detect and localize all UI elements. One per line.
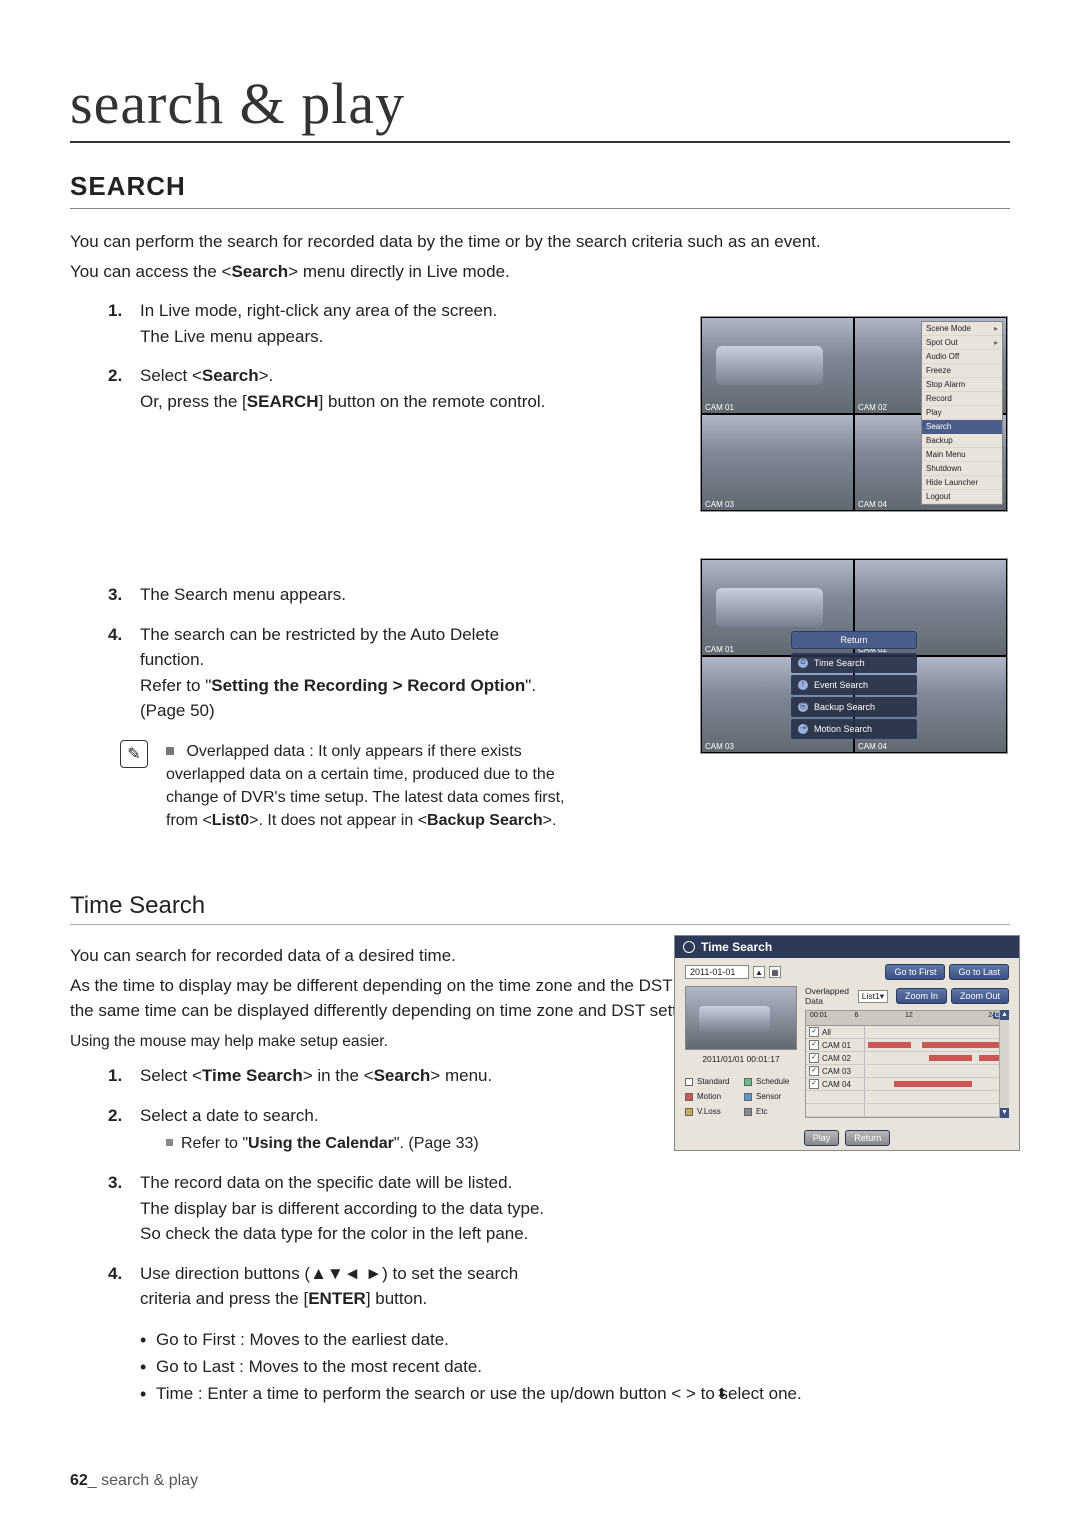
overlapped-dropdown[interactable]: List1▾	[858, 990, 888, 1003]
clock-icon	[683, 941, 695, 953]
chevron-right-icon: ▸	[994, 324, 998, 333]
dialog-titlebar: Time Search	[675, 936, 1019, 958]
checkbox[interactable]: ✓	[809, 1079, 819, 1089]
menu-item-stop-alarm[interactable]: Stop Alarm	[922, 378, 1002, 392]
ts-step-2: 2. Select a date to search. Refer to "Us…	[140, 1103, 560, 1157]
backup-icon: ⎘	[798, 702, 808, 712]
menu-item-record[interactable]: Record	[922, 392, 1002, 406]
chevron-down-icon: ▾	[880, 991, 884, 1002]
motion-icon: ⇢	[798, 724, 808, 734]
menu-item-shutdown[interactable]: Shutdown	[922, 462, 1002, 476]
preview-time: 2011/01/01 00:01:17	[685, 1052, 797, 1066]
go-first-button[interactable]: Go to First	[885, 964, 945, 980]
bullet-go-first: Go to First : Moves to the earliest date…	[140, 1326, 1010, 1353]
zoom-in-button[interactable]: Zoom In	[896, 988, 947, 1004]
calendar-up-icon[interactable]: ▲	[753, 966, 765, 978]
zoom-out-button[interactable]: Zoom Out	[951, 988, 1009, 1004]
checkbox[interactable]: ✓	[809, 1053, 819, 1063]
return-button[interactable]: Return	[845, 1130, 890, 1146]
intro-text-2: You can access the <Search> menu directl…	[70, 259, 1010, 285]
time-search-dialog: Time Search 2011-01-01 ▲ ▦ Go to First G…	[674, 935, 1020, 1151]
event-icon: !	[798, 680, 808, 690]
menu-item-logout[interactable]: Logout	[922, 490, 1002, 504]
menu-item-audio-off[interactable]: Audio Off	[922, 350, 1002, 364]
figure-live-menu: 2011-01-01 01:10:25 CAM 01 CAM 02 CAM 03…	[700, 316, 1008, 512]
step-1: 1.In Live mode, right-click any area of …	[140, 298, 560, 349]
chapter-title: search & play	[70, 70, 1010, 143]
menu-item-main-menu[interactable]: Main Menu	[922, 448, 1002, 462]
scrollbar[interactable]: ▲ ▼	[999, 1010, 1009, 1118]
menu-item-search[interactable]: Search	[922, 420, 1002, 434]
menu-item-play[interactable]: Play	[922, 406, 1002, 420]
preview-thumbnail	[685, 986, 797, 1050]
bullet-time: Time : Enter a time to perform the searc…	[140, 1380, 1010, 1407]
menu-item-backup[interactable]: Backup	[922, 434, 1002, 448]
channel-rows: ✓All ✓CAM 01 ✓CAM 02 ✓CAM 03 ✓CAM 04	[805, 1026, 1009, 1118]
timeline-header: 00:01 6 12 24 Go	[805, 1010, 1009, 1026]
go-last-button[interactable]: Go to Last	[949, 964, 1009, 980]
ts-step-4: 4. Use direction buttons (▲▼◄ ►) to set …	[140, 1261, 560, 1312]
step-4: 4. The search can be restricted by the A…	[140, 622, 560, 724]
ts-step-3: 3.The record data on the specific date w…	[140, 1170, 560, 1247]
submenu-return[interactable]: Return	[791, 631, 917, 649]
step-3: 3.The Search menu appears.	[140, 582, 560, 608]
figure-search-submenu: 2011-01-01 01:10:25 CAM 01 CAM 02 CAM 03…	[700, 558, 1008, 754]
page-footer: 62_ search & play	[70, 1472, 198, 1490]
submenu-event-search[interactable]: !Event Search	[791, 675, 917, 695]
step-2: 2. Select <Search>. Or, press the [SEARC…	[140, 363, 560, 414]
submenu-time-search[interactable]: ⏱Time Search	[791, 653, 917, 673]
context-menu: Scene Mode▸ Spot Out▸ Audio Off Freeze S…	[921, 321, 1003, 505]
clock-icon: ⏱	[798, 658, 808, 668]
menu-item-spot-out[interactable]: Spot Out▸	[922, 336, 1002, 350]
subsection-heading-time-search: Time Search	[70, 892, 1010, 925]
menu-item-hide-launcher[interactable]: Hide Launcher	[922, 476, 1002, 490]
checkbox[interactable]: ✓	[809, 1027, 819, 1037]
scroll-down-icon[interactable]: ▼	[1000, 1108, 1009, 1118]
section-heading-search: SEARCH	[70, 171, 1010, 209]
submenu-motion-search[interactable]: ⇢Motion Search	[791, 719, 917, 739]
submenu-backup-search[interactable]: ⎘Backup Search	[791, 697, 917, 717]
intro-text-1: You can perform the search for recorded …	[70, 229, 1010, 255]
scroll-up-icon[interactable]: ▲	[1000, 1010, 1009, 1020]
up-down-icon: ⬍	[716, 1382, 728, 1404]
note-icon: ✎	[120, 740, 148, 768]
bullet-go-last: Go to Last : Moves to the most recent da…	[140, 1353, 1010, 1380]
ts-step-1: 1. Select <Time Search> in the <Search> …	[140, 1063, 560, 1089]
note-overlapped-data: ✎ Overlapped data : It only appears if t…	[120, 740, 580, 833]
chevron-right-icon: ▸	[994, 338, 998, 347]
menu-item-freeze[interactable]: Freeze	[922, 364, 1002, 378]
search-submenu: Return ⏱Time Search !Event Search ⎘Backu…	[791, 631, 917, 741]
play-button[interactable]: Play	[804, 1130, 840, 1146]
legend: Standard Schedule Motion Sensor V.Loss E…	[685, 1076, 797, 1118]
checkbox[interactable]: ✓	[809, 1040, 819, 1050]
date-field[interactable]: 2011-01-01	[685, 965, 749, 979]
menu-item-scene-mode[interactable]: Scene Mode▸	[922, 322, 1002, 336]
calendar-icon[interactable]: ▦	[769, 966, 781, 978]
checkbox[interactable]: ✓	[809, 1066, 819, 1076]
